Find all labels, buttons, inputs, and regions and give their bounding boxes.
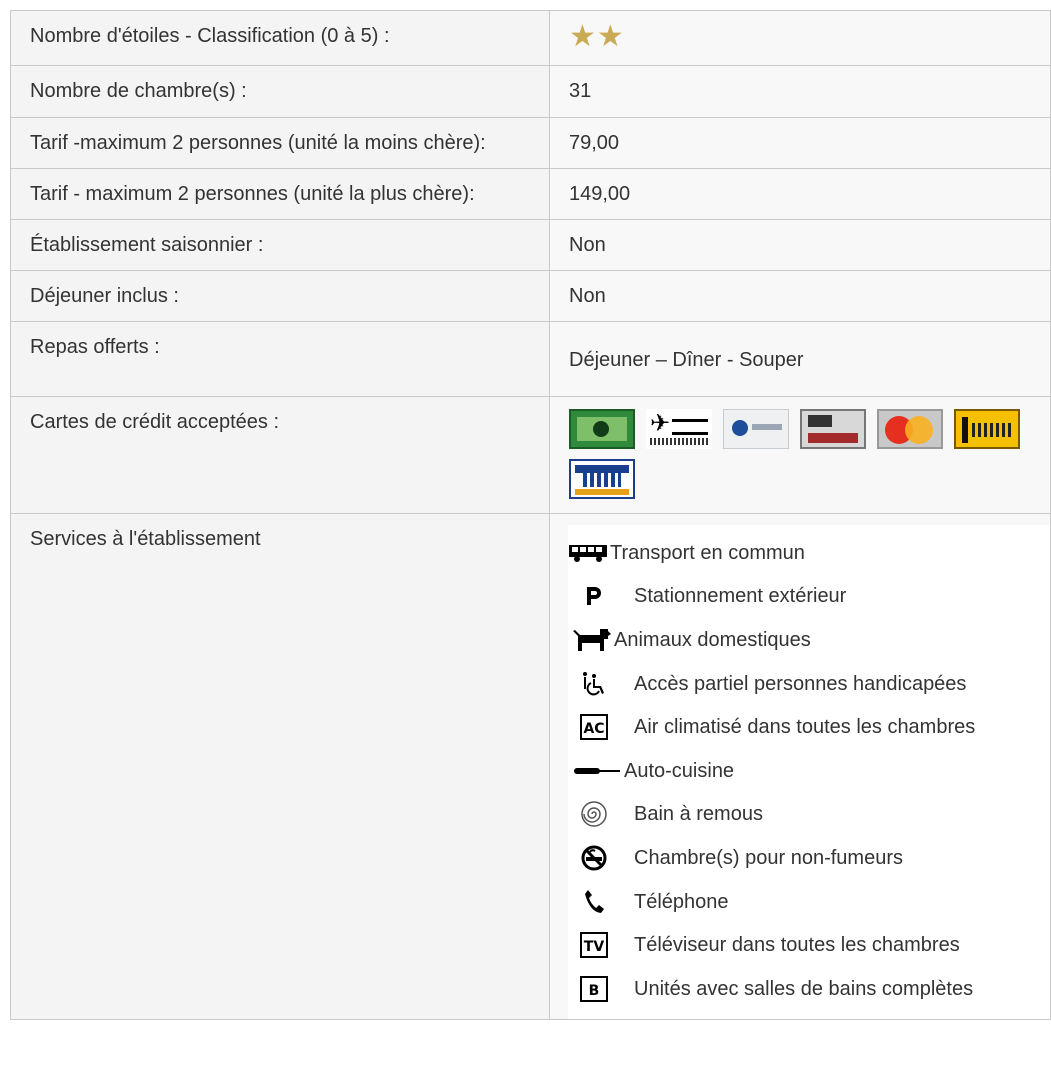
breakfast-value: Non: [549, 270, 1051, 322]
cards-label: Cartes de crédit acceptées :: [10, 396, 550, 514]
seasonal-value: Non: [549, 219, 1051, 271]
parking-icon: [576, 582, 612, 610]
carte-blanche-card-icon: [800, 409, 866, 449]
service-label: Bain à remous: [634, 803, 763, 826]
visa-card-icon: [569, 459, 635, 499]
interac-card-icon: [954, 409, 1020, 449]
service-label: Transport en commun: [610, 541, 805, 564]
list-item: Animaux domestiques: [568, 618, 1051, 662]
dog-icon: [572, 626, 612, 654]
service-label: Auto-cuisine: [624, 759, 735, 782]
rate-min-value: 79,00: [549, 117, 1051, 169]
row-credit-cards: Cartes de crédit acceptées : ✈: [10, 396, 1051, 514]
tv-icon: TV: [576, 931, 612, 959]
service-label: Téléphone: [634, 890, 729, 913]
svg-text:B: B: [589, 983, 600, 999]
whirlpool-icon: [576, 800, 612, 828]
row-rate-max: Tarif - maximum 2 personnes (unité la pl…: [10, 168, 1051, 220]
services-list: Transport en commun Stationnement extéri…: [568, 525, 1051, 1019]
row-stars: Nombre d'étoiles - Classification (0 à 5…: [10, 10, 1051, 66]
phone-icon: [576, 888, 612, 916]
svg-text:TV: TV: [584, 939, 605, 955]
list-item: AC Air climatisé dans toutes les chambre…: [568, 705, 1051, 749]
row-rooms: Nombre de chambre(s) : 31: [10, 65, 1051, 118]
service-label: Air climatisé dans toutes les chambres: [634, 716, 976, 739]
amex-card-icon: [569, 409, 635, 449]
svg-text:AC: AC: [583, 721, 604, 737]
air-conditioning-icon: AC: [576, 713, 612, 741]
wheelchair-icon: [576, 670, 612, 698]
row-breakfast: Déjeuner inclus : Non: [10, 270, 1051, 322]
meals-value: Déjeuner – Dîner - Souper: [549, 321, 1051, 397]
service-label: Stationnement extérieur: [634, 585, 847, 608]
list-item: Chambre(s) pour non-fumeurs: [568, 836, 1051, 880]
no-smoking-icon: [576, 844, 612, 872]
bath-icon: B: [576, 975, 612, 1003]
rate-max-value: 149,00: [549, 168, 1051, 220]
service-label: Unités avec salles de bains complètes: [634, 977, 974, 1000]
rate-max-label: Tarif - maximum 2 personnes (unité la pl…: [10, 168, 550, 220]
diners-club-card-icon: [723, 409, 789, 449]
list-item: Bain à remous: [568, 793, 1051, 837]
service-label: Accès partiel personnes handicapées: [634, 672, 967, 695]
pan-icon: [574, 757, 622, 785]
row-rate-min: Tarif -maximum 2 personnes (unité la moi…: [10, 117, 1051, 169]
rooms-value: 31: [549, 65, 1051, 118]
bus-icon: [568, 539, 608, 567]
enroute-card-icon: ✈: [646, 409, 712, 449]
list-item: Auto-cuisine: [568, 749, 1051, 793]
service-label: Téléviseur dans toutes les chambres: [634, 934, 960, 957]
list-item: Téléphone: [568, 880, 1051, 924]
list-item: Transport en commun: [568, 531, 1051, 575]
list-item: Accès partiel personnes handicapées: [568, 662, 1051, 706]
rooms-label: Nombre de chambre(s) :: [10, 65, 550, 118]
service-label: Chambre(s) pour non-fumeurs: [634, 846, 903, 869]
stars-label: Nombre d'étoiles - Classification (0 à 5…: [10, 10, 550, 66]
row-seasonal: Établissement saisonnier : Non: [10, 219, 1051, 271]
breakfast-label: Déjeuner inclus :: [10, 270, 550, 322]
list-item: Stationnement extérieur: [568, 575, 1051, 619]
row-services: Services à l'établissement Transport en …: [10, 513, 1051, 1020]
meals-label: Repas offerts :: [10, 321, 550, 397]
services-label: Services à l'établissement: [10, 513, 550, 1020]
service-label: Animaux domestiques: [614, 628, 811, 651]
star-rating: ★★: [569, 20, 625, 53]
row-meals: Repas offerts : Déjeuner – Dîner - Soupe…: [10, 321, 1051, 397]
list-item: B Unités avec salles de bains complètes: [568, 967, 1051, 1011]
credit-card-list: ✈: [569, 409, 1039, 499]
seasonal-label: Établissement saisonnier :: [10, 219, 550, 271]
establishment-info-table: Nombre d'étoiles - Classification (0 à 5…: [10, 10, 1051, 1020]
list-item: TV Téléviseur dans toutes les chambres: [568, 923, 1051, 967]
mastercard-card-icon: [877, 409, 943, 449]
rate-min-label: Tarif -maximum 2 personnes (unité la moi…: [10, 117, 550, 169]
